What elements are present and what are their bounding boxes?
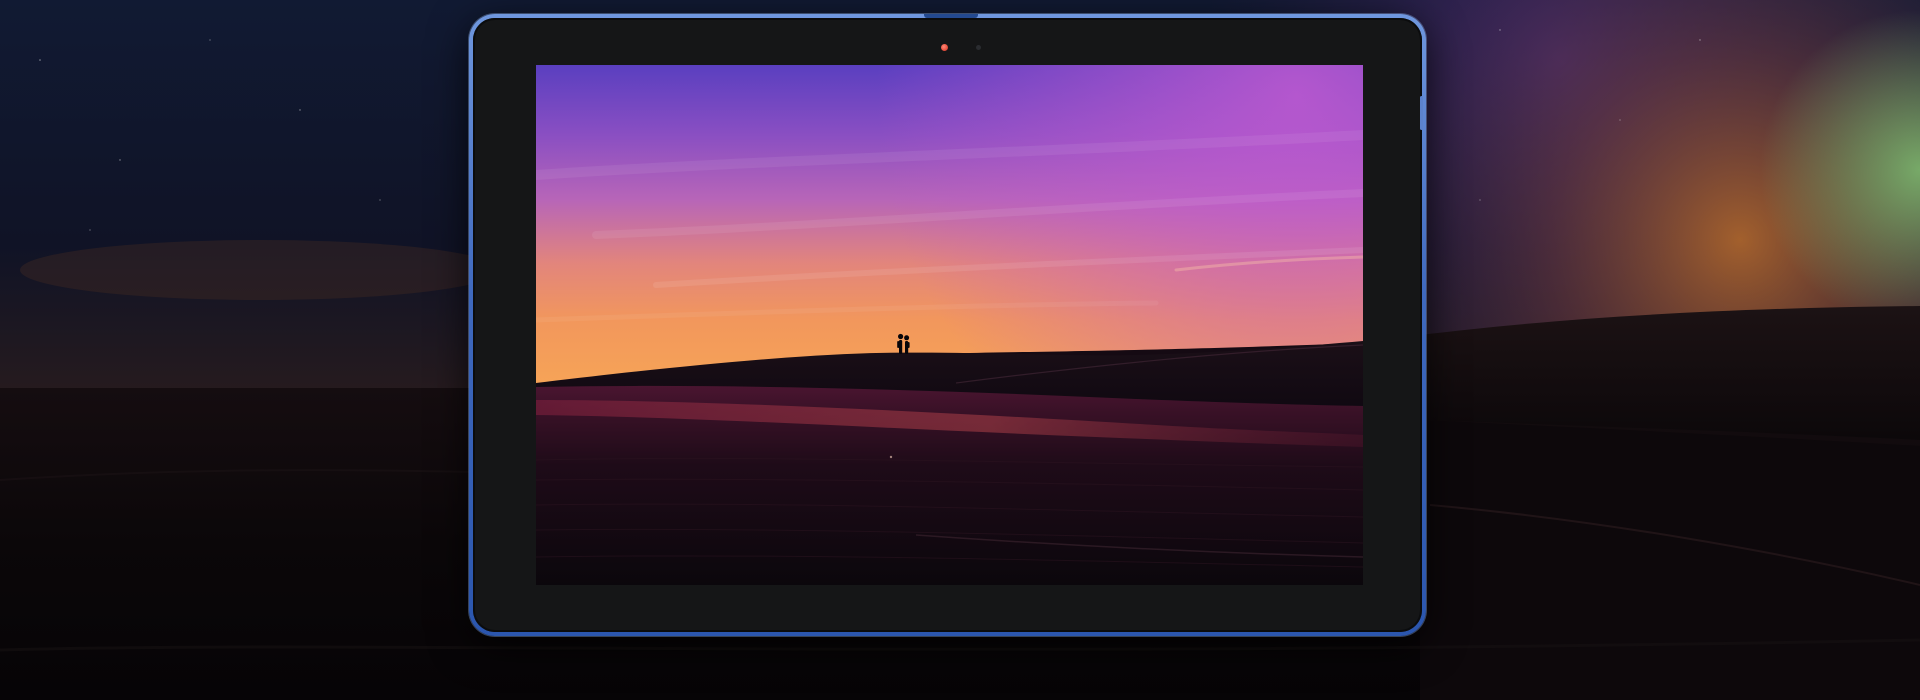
tablet-bezel xyxy=(473,18,1422,632)
volume-button[interactable] xyxy=(1420,96,1423,130)
tablet-device xyxy=(469,14,1426,636)
tablet-screen-wallpaper xyxy=(536,65,1363,585)
wallpaper-image xyxy=(536,65,1363,585)
light-sensor-icon xyxy=(976,45,981,50)
top-edge-sensor xyxy=(924,14,978,18)
camera-icon xyxy=(941,44,948,51)
hero-scene xyxy=(0,0,1920,700)
